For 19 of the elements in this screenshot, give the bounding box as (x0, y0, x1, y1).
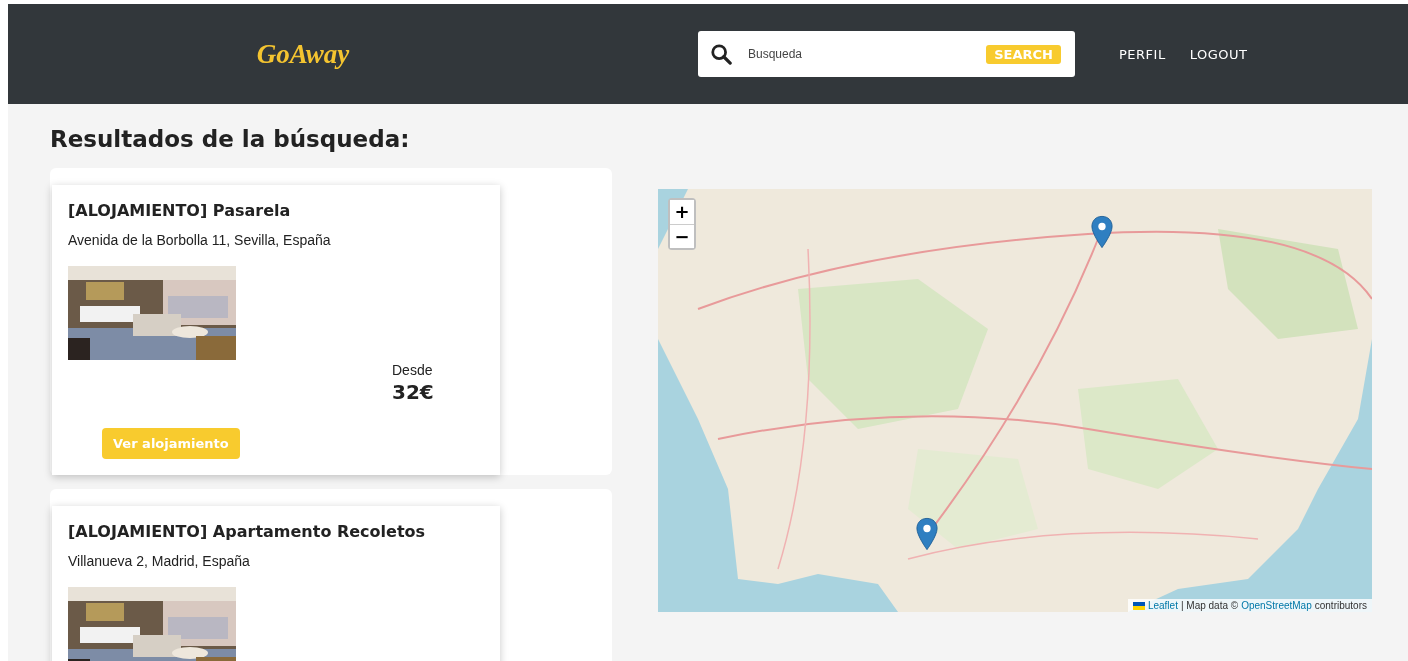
flag-icon (1132, 601, 1145, 610)
search-icon (710, 43, 732, 65)
map-pin-icon[interactable] (916, 517, 938, 551)
price-label: Desde (392, 362, 434, 378)
brand-logo[interactable]: GoAway (256, 38, 350, 70)
map-pin-icon[interactable] (1091, 215, 1113, 249)
result-address: Villanueva 2, Madrid, España (68, 553, 251, 569)
attribution-text: | Map data © (1180, 600, 1239, 611)
result-title: [ALOJAMIENTO] Apartamento Recoletos (68, 522, 427, 541)
openstreetmap-link[interactable]: OpenStreetMap (1241, 600, 1312, 611)
nav-link[interactable]: LOGOUT (1189, 46, 1248, 62)
price-value: 32€ (392, 380, 434, 404)
nav-link[interactable]: PERFIL (1119, 46, 1166, 62)
zoom-out-button[interactable]: − (670, 224, 694, 248)
leaflet-link[interactable]: Leaflet (1147, 600, 1178, 611)
results-heading: Resultados de la búsqueda: (50, 126, 411, 152)
result-title: [ALOJAMIENTO] Pasarela (68, 201, 292, 220)
attribution-suffix: contributors (1314, 600, 1367, 611)
result-address: Avenida de la Borbolla 11, Sevilla, España (68, 232, 332, 248)
